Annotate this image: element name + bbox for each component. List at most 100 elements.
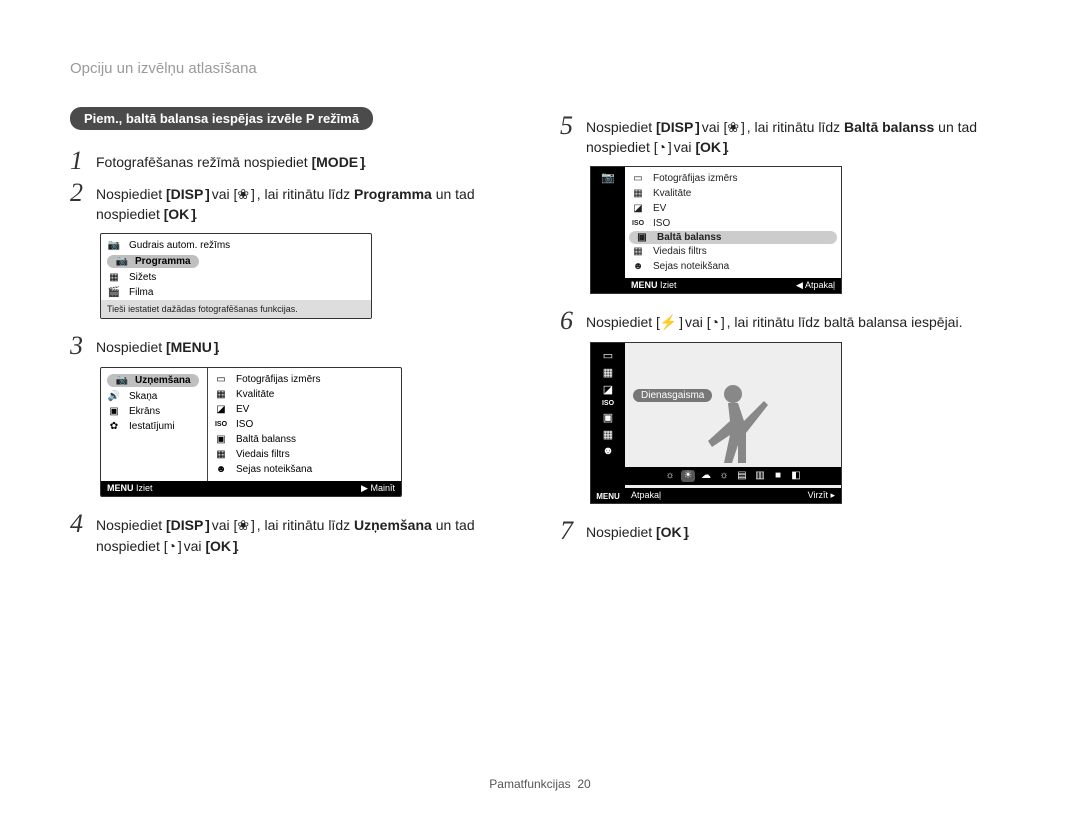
wb-option: ☁ [699, 470, 713, 482]
strip-icon: ▦ [603, 428, 613, 441]
step-text: Nospiediet OK. [586, 518, 1010, 542]
step-1: 1 Fotografēšanas režīmā nospiediet MODE. [70, 148, 520, 174]
strip-icon: ▣ [603, 411, 613, 424]
list-label: Gudrais autom. režīms [129, 240, 230, 251]
lcd-mode-menu: 📷 Gudrais autom. režīms 📷 Programma ▦ Si… [100, 233, 372, 320]
ok-button-label: OK [656, 522, 686, 542]
lcd-bottom-bar: MENU Iziet ◀ Atpakaļ [625, 278, 841, 293]
list-label: Sižets [129, 272, 156, 283]
list-item: ▦ Sižets [101, 270, 371, 285]
list-item: ✿ Iestatījumi [101, 419, 207, 434]
macro-icon: ❀ [234, 517, 253, 533]
list-item: ▭Fotogrāfijas izmērs [208, 372, 401, 387]
list-item: ▭Fotogrāfijas izmērs [625, 171, 841, 186]
timer-icon: ◔ [707, 314, 723, 330]
disp-button-label: DISP [656, 117, 698, 137]
list-label: Programma [135, 256, 191, 267]
list-item: ▦Viedais filtrs [208, 447, 401, 462]
settings-items: ▭Fotogrāfijas izmērs ▦Kvalitāte ◪EV ISOI… [207, 368, 401, 481]
list-item: ▦Viedais filtrs [625, 244, 841, 259]
right-column: 5 Nospiediet DISP vai ❀ , lai ritinātu l… [560, 107, 1010, 562]
strip-icon: ☻ [602, 445, 614, 457]
section-heading: Opciju un izvēlņu atlasīšana [70, 60, 1010, 77]
wb-option: ☼ [717, 470, 731, 482]
right-arrow-icon: ▶ [361, 483, 368, 493]
list-item: ☻Sejas noteikšana [208, 462, 401, 477]
list-item: 🔊 Skaņa [101, 389, 207, 404]
list-label: Filma [129, 287, 153, 298]
example-pill: Piem., baltā balansa iespējas izvēle P r… [70, 107, 373, 130]
strip-icon: ▭ [603, 349, 613, 362]
wb-option: ☼ [663, 470, 677, 482]
list-item: ☻Sejas noteikšana [625, 259, 841, 274]
list-item-selected: 📷 Uzņemšana [101, 372, 207, 389]
gear-icon: ✿ [107, 421, 121, 432]
step-number: 2 [70, 180, 96, 206]
list-item: ISOISO [625, 216, 841, 231]
lcd-bottom-bar: MENU Iziet ▶ Mainīt [101, 481, 401, 496]
lcd-category-strip: 📷 [591, 167, 625, 293]
mode-button-label: MODE [312, 152, 363, 172]
step-number: 5 [560, 113, 586, 139]
mode-description: Tieši iestatiet dažādas fotografēšanas f… [101, 300, 371, 319]
lcd-settings-menu: 📷 Uzņemšana 🔊 Skaņa ▣ Ekrāns [100, 367, 402, 497]
timer-icon: ◔ [654, 139, 670, 155]
right-arrow-icon: ▸ [830, 490, 835, 500]
lcd-wb-preview: ▭ ▦ ◪ ISO ▣ ▦ ☻ MENU [590, 342, 842, 504]
macro-icon: ❀ [724, 119, 743, 135]
step-number: 7 [560, 518, 586, 544]
settings-tabs: 📷 Uzņemšana 🔊 Skaņa ▣ Ekrāns [101, 368, 207, 481]
strip-icon: ISO [602, 400, 614, 407]
live-preview: Dienasgaisma ☼ ☀ ☁ ☼ ▤ ▥ ■ ◧ Atpaka [625, 343, 841, 503]
step-text: Nospiediet MENU. [96, 333, 520, 357]
step-text: Nospiediet DISP vai ❀ , lai ritinātu līd… [586, 113, 1010, 158]
flash-icon: ⚡ [656, 314, 681, 330]
left-column: Piem., baltā balansa iespējas izvēle P r… [70, 107, 520, 562]
step-text: Nospiediet ⚡ vai ◔ , lai ritinātu līdz b… [586, 308, 1010, 332]
two-column-layout: Piem., baltā balansa iespējas izvēle P r… [70, 107, 1010, 562]
ok-button-label: OK [164, 204, 194, 224]
list-item: ◪EV [208, 402, 401, 417]
list-item: 📷 Gudrais autom. režīms [101, 238, 371, 253]
list-item: ▣Baltā balanss [208, 432, 401, 447]
step-6: 6 Nospiediet ⚡ vai ◔ , lai ritinātu līdz… [560, 308, 1010, 334]
lcd-icon-strip: ▭ ▦ ◪ ISO ▣ ▦ ☻ MENU [591, 343, 625, 503]
list-item: 🎬 Filma [101, 285, 371, 300]
step-text: Nospiediet DISP vai ❀ , lai ritinātu līd… [96, 180, 520, 225]
step-4: 4 Nospiediet DISP vai ❀ , lai ritinātu l… [70, 511, 520, 556]
camera-icon: 📷 [115, 256, 129, 267]
display-icon: ▣ [107, 406, 121, 417]
step-number: 4 [70, 511, 96, 537]
wb-option: ▥ [753, 470, 767, 482]
page-footer: Pamatfunkcijas 20 [0, 777, 1080, 791]
step-text: Nospiediet DISP vai ❀ , lai ritinātu līd… [96, 511, 520, 556]
disp-button-label: DISP [166, 515, 208, 535]
list-item: ▦Kvalitāte [625, 186, 841, 201]
wb-option-selected: ☀ [681, 470, 695, 482]
menu-button-label: MENU [166, 337, 216, 357]
left-arrow-icon: ◀ [796, 280, 803, 290]
strip-icon: ▦ [603, 366, 613, 379]
list-item-selected: 📷 Programma [101, 253, 371, 270]
wb-option: ▤ [735, 470, 749, 482]
step-7: 7 Nospiediet OK. [560, 518, 1010, 544]
step-3: 3 Nospiediet MENU. [70, 333, 520, 359]
camera-icon: 📷 [601, 173, 615, 184]
step-2: 2 Nospiediet DISP vai ❀ , lai ritinātu l… [70, 180, 520, 225]
lcd-wb-menu: 📷 ▭Fotogrāfijas izmērs ▦Kvalitāte ◪EV IS… [590, 166, 842, 294]
footer-section: Pamatfunkcijas [489, 777, 570, 791]
step-number: 6 [560, 308, 586, 334]
step-5: 5 Nospiediet DISP vai ❀ , lai ritinātu l… [560, 113, 1010, 158]
list-item: ◪EV [625, 201, 841, 216]
wb-value-chip: Dienasgaisma [633, 389, 712, 402]
camera-icon: 📷 [115, 375, 129, 386]
ok-button-label: OK [205, 536, 235, 556]
macro-icon: ❀ [234, 186, 253, 202]
wb-option: ■ [771, 470, 785, 482]
ok-button-label: OK [695, 137, 725, 157]
page-number: 20 [577, 777, 590, 791]
sound-icon: 🔊 [107, 391, 121, 402]
menu-button-label: MENU [631, 280, 658, 290]
step-number: 1 [70, 148, 96, 174]
list-item-selected: ▣Baltā balanss [629, 231, 837, 244]
